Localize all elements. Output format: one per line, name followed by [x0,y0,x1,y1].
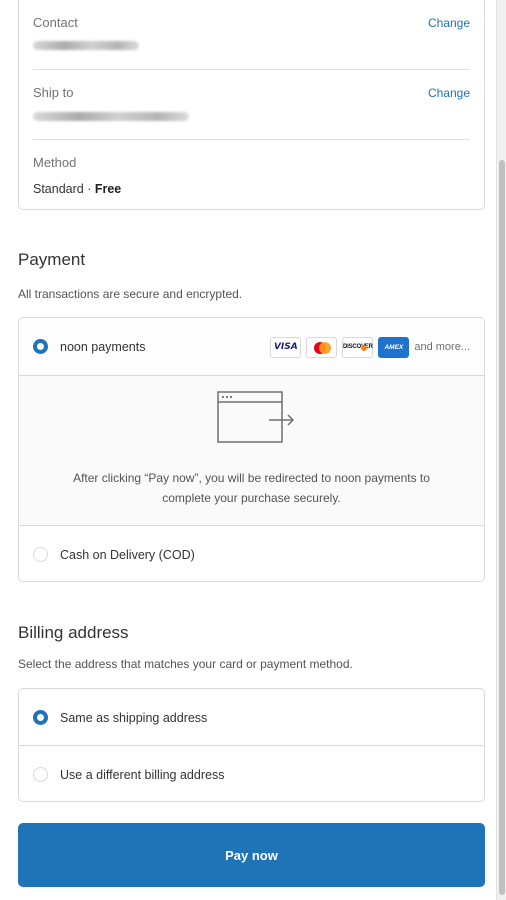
amex-icon: AMEX [378,336,410,358]
method-price: Free [94,182,122,196]
ship-to-value-redacted [33,112,189,121]
page-scrollbar[interactable] [496,0,506,900]
billing-option-same[interactable]: Same as shipping address [19,689,484,746]
cod-label: Cash on Delivery (COD) [60,548,195,562]
cod-radio[interactable] [33,547,48,562]
contact-label: Contact [33,15,78,30]
payment-heading: Payment [18,250,86,269]
scrollbar-thumb[interactable] [499,160,505,895]
billing-heading: Billing address [18,623,129,642]
contact-value-redacted [33,41,139,50]
method-value: Standard · Free [33,182,121,196]
billing-option-different[interactable]: Use a different billing address [19,746,484,801]
visa-icon: VISA [270,336,302,358]
billing-address-box: Same as shipping address Use a different… [18,688,485,802]
method-name: Standard · [33,182,95,196]
review-summary-box: Contact Change Ship to Change Method Sta… [18,0,485,210]
ship-to-change-link[interactable]: Change [428,86,470,100]
noon-payments-label: noon payments [60,340,146,354]
method-row: Method Standard · Free [33,141,470,210]
same-address-label: Same as shipping address [60,711,208,725]
ship-to-label: Ship to [33,85,74,100]
noon-payments-panel: After clicking “Pay now”, you will be re… [19,376,484,526]
redirect-browser-icon [217,391,295,443]
payment-option-cod[interactable]: Cash on Delivery (COD) [19,526,484,581]
card-logos: VISA DISCOVER AMEX and more... [270,336,470,358]
ship-to-row: Ship to Change [33,71,470,140]
contact-change-link[interactable]: Change [428,16,470,30]
different-address-radio[interactable] [33,767,48,782]
payment-methods-box: noon payments VISA DISCOVER AMEX and mor… [18,317,485,582]
redirect-notice: After clicking “Pay now”, you will be re… [73,471,430,505]
discover-icon: DISCOVER [342,336,374,358]
more-cards-text: and more... [414,341,470,353]
different-address-label: Use a different billing address [60,768,225,782]
contact-row: Contact Change [33,1,470,70]
method-label: Method [33,155,77,170]
mastercard-icon [306,336,338,358]
same-address-radio[interactable] [33,710,48,725]
payment-subtitle: All transactions are secure and encrypte… [18,287,243,301]
payment-option-noon[interactable]: noon payments VISA DISCOVER AMEX and mor… [19,318,484,376]
billing-subtitle: Select the address that matches your car… [18,657,353,671]
noon-payments-radio[interactable] [33,339,48,354]
pay-now-button[interactable]: Pay now [18,823,485,887]
